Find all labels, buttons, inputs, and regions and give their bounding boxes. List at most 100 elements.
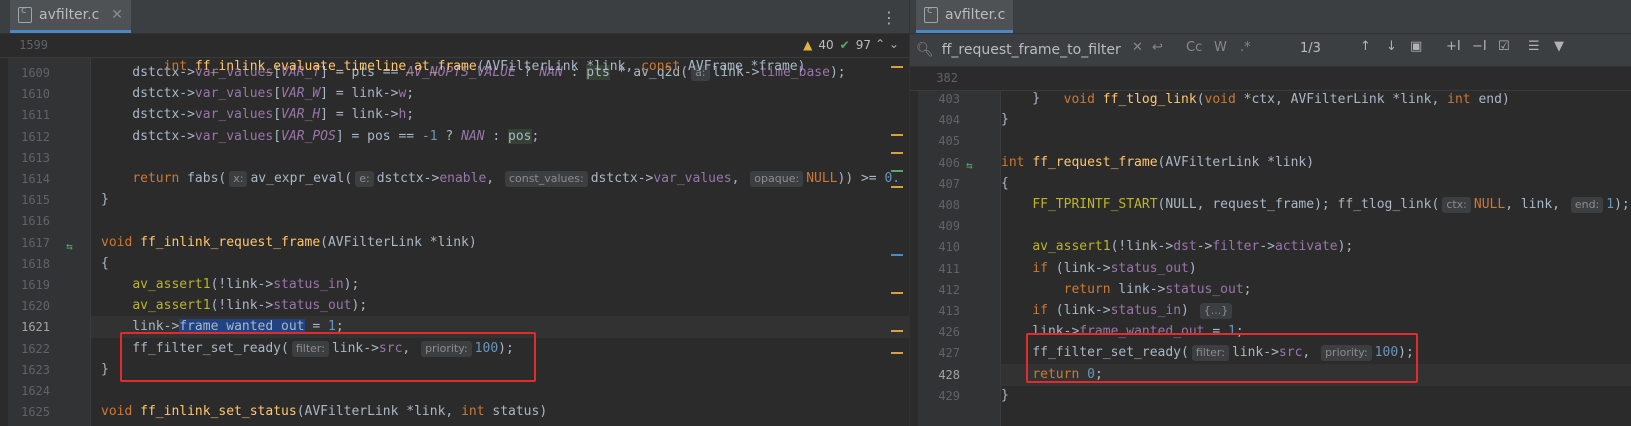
line-number[interactable]: 405 xyxy=(918,130,960,152)
line-number[interactable]: 429 xyxy=(918,385,960,407)
code-line[interactable] xyxy=(101,210,909,232)
line-number[interactable]: 1613 xyxy=(8,147,50,169)
code-line[interactable]: void ff_inlink_request_frame(AVFilterLin… xyxy=(101,232,909,254)
tab-avfilter-right[interactable]: avfilter.c xyxy=(916,0,1014,33)
implementation-marker-icon[interactable]: ⇆ xyxy=(966,159,973,172)
line-number[interactable]: 406 xyxy=(918,152,960,174)
inspection-widget[interactable]: ▲ 40 ✔ 97 xyxy=(803,38,871,52)
line-number[interactable]: 428 xyxy=(918,364,960,386)
left-editor[interactable]: 1609 dstctx->var_values[VAR_T] = pts == … xyxy=(0,34,909,426)
line-number[interactable]: 409 xyxy=(918,215,960,237)
remove-occurrence-icon[interactable]: −I xyxy=(1472,39,1487,54)
code-line[interactable]: void ff_inlink_set_status(AVFilterLink *… xyxy=(101,401,909,423)
code-token: , xyxy=(731,171,748,186)
line-number[interactable]: 412 xyxy=(918,279,960,301)
select-all-icon[interactable]: ☑ xyxy=(1498,39,1510,54)
code-line[interactable]: dstctx->var_values[VAR_W] = link->w; xyxy=(101,83,909,105)
match-case-button[interactable]: Cc xyxy=(1186,40,1202,55)
left-sticky-header[interactable]: 1599 int ff_inlink_evaluate_timeline_at_… xyxy=(0,34,909,74)
code-token: dst xyxy=(1173,239,1197,255)
new-line-icon[interactable]: ↩ xyxy=(1152,40,1163,55)
code-line[interactable]: { xyxy=(1001,173,1631,195)
tab-avfilter-left[interactable]: avfilter.c ✕ xyxy=(10,0,132,33)
line-number[interactable]: 1612 xyxy=(8,126,50,148)
navigate-arrows-icon[interactable]: ⌃ ⌄ xyxy=(875,37,899,51)
next-match-icon[interactable]: ↓ xyxy=(1386,39,1397,54)
open-window-icon[interactable]: ▣ xyxy=(1410,39,1422,54)
line-number[interactable]: 1625 xyxy=(8,401,50,423)
line-number[interactable]: 1621 xyxy=(8,316,50,338)
line-number[interactable]: 1610 xyxy=(8,83,50,105)
line-number[interactable]: 1615 xyxy=(8,189,50,211)
code-line[interactable]: } xyxy=(101,189,909,211)
prev-match-icon[interactable]: ↑ xyxy=(1360,39,1371,54)
line-number[interactable]: 407 xyxy=(918,173,960,195)
more-options-icon[interactable]: ⋮ xyxy=(881,8,897,27)
line-number[interactable]: 404 xyxy=(918,109,960,131)
line-number[interactable]: 1614 xyxy=(8,168,50,190)
code-line[interactable]: return link->status_out; xyxy=(1001,279,1631,301)
implementation-marker-icon[interactable]: ⇆ xyxy=(66,240,73,253)
code-token: [ xyxy=(273,128,282,144)
filter-icon[interactable]: ▼ xyxy=(1554,39,1564,54)
code-line[interactable] xyxy=(1001,215,1631,237)
code-line[interactable]: } xyxy=(1001,109,1631,131)
find-in-selection-icon[interactable]: ☰ xyxy=(1528,39,1540,54)
code-line[interactable]: if (link->status_in) {...} xyxy=(1001,300,1631,322)
code-token: (NULL, request_frame); ff_tlog_link( xyxy=(1157,197,1440,212)
line-number[interactable]: 1609 xyxy=(8,62,50,84)
code-line[interactable] xyxy=(101,147,909,169)
code-token: enable xyxy=(439,171,487,186)
line-number[interactable]: 408 xyxy=(918,194,960,216)
code-line[interactable]: { xyxy=(101,253,909,275)
code-line[interactable]: return fabs(x: av_expr_eval(e: dstctx->ena… xyxy=(101,168,909,190)
code-line[interactable]: av_assert1(!link->status_out); xyxy=(101,295,909,317)
code-token: FF_TPRINTF_START xyxy=(1032,197,1158,212)
regex-button[interactable]: .* xyxy=(1240,40,1251,55)
clear-icon[interactable]: ✕ xyxy=(1132,40,1143,55)
line-number[interactable]: 1618 xyxy=(8,253,50,275)
code-line[interactable]: av_assert1(!link->dst->filter->activate)… xyxy=(1001,236,1631,258)
left-error-stripe[interactable] xyxy=(891,34,903,426)
code-token: av_assert1 xyxy=(1032,239,1111,255)
line-number[interactable]: 1611 xyxy=(8,104,50,126)
line-number[interactable]: 427 xyxy=(918,342,960,364)
sticky-kw: void xyxy=(1063,92,1103,107)
close-icon[interactable]: ✕ xyxy=(111,7,123,23)
line-number[interactable]: 426 xyxy=(918,321,960,343)
line-number[interactable]: 1624 xyxy=(8,380,50,402)
code-line[interactable]: dstctx->var_values[VAR_H] = link->h; xyxy=(101,104,909,126)
code-token: status_in xyxy=(273,277,344,292)
code-line[interactable]: FF_TPRINTF_START(NULL, request_frame); f… xyxy=(1001,194,1631,216)
line-number[interactable]: 1622 xyxy=(8,338,50,360)
code-line[interactable] xyxy=(1001,130,1631,152)
code-line[interactable]: dstctx->var_values[VAR_POS] = pos == -1 … xyxy=(101,126,909,148)
line-number[interactable]: 1623 xyxy=(8,359,50,381)
line-number[interactable]: 410 xyxy=(918,236,960,258)
highlight-box-left xyxy=(120,332,536,382)
code-token: ); xyxy=(343,277,360,292)
code-token: link-> xyxy=(1110,281,1166,297)
code-token: (link-> xyxy=(1047,260,1111,276)
add-occurrence-icon[interactable]: +I xyxy=(1446,39,1461,54)
line-number[interactable]: 411 xyxy=(918,258,960,280)
code-line[interactable]: } xyxy=(1001,385,1631,407)
sticky-line-number: 1599 xyxy=(19,38,48,52)
right-editor[interactable]: 403 } 404} 405 406 int ff_request_frame(AVFi… xyxy=(910,67,1631,426)
code-line[interactable]: int ff_request_frame(AVFilterLink *link) xyxy=(1001,152,1631,174)
code-line[interactable] xyxy=(101,380,909,402)
code-token: { xyxy=(1001,175,1009,191)
code-line[interactable]: if (link->status_out) xyxy=(1001,258,1631,280)
line-number[interactable]: 1616 xyxy=(8,210,50,232)
right-sticky-header[interactable]: 382 void ff_tlog_link(void *ctx, AVFilte… xyxy=(910,67,1631,107)
line-number[interactable]: 1620 xyxy=(8,295,50,317)
words-button[interactable]: W xyxy=(1214,40,1227,55)
code-token: (!link-> xyxy=(210,298,274,314)
line-number[interactable]: 403 xyxy=(918,88,960,110)
find-input[interactable]: 🔍︎ ff_request_frame_to_filter xyxy=(916,38,1121,62)
line-number[interactable]: 413 xyxy=(918,300,960,322)
code-line[interactable]: av_assert1(!link->status_in); xyxy=(101,274,909,296)
line-number[interactable]: 1619 xyxy=(8,274,50,296)
line-number[interactable]: 1617 xyxy=(8,232,50,254)
